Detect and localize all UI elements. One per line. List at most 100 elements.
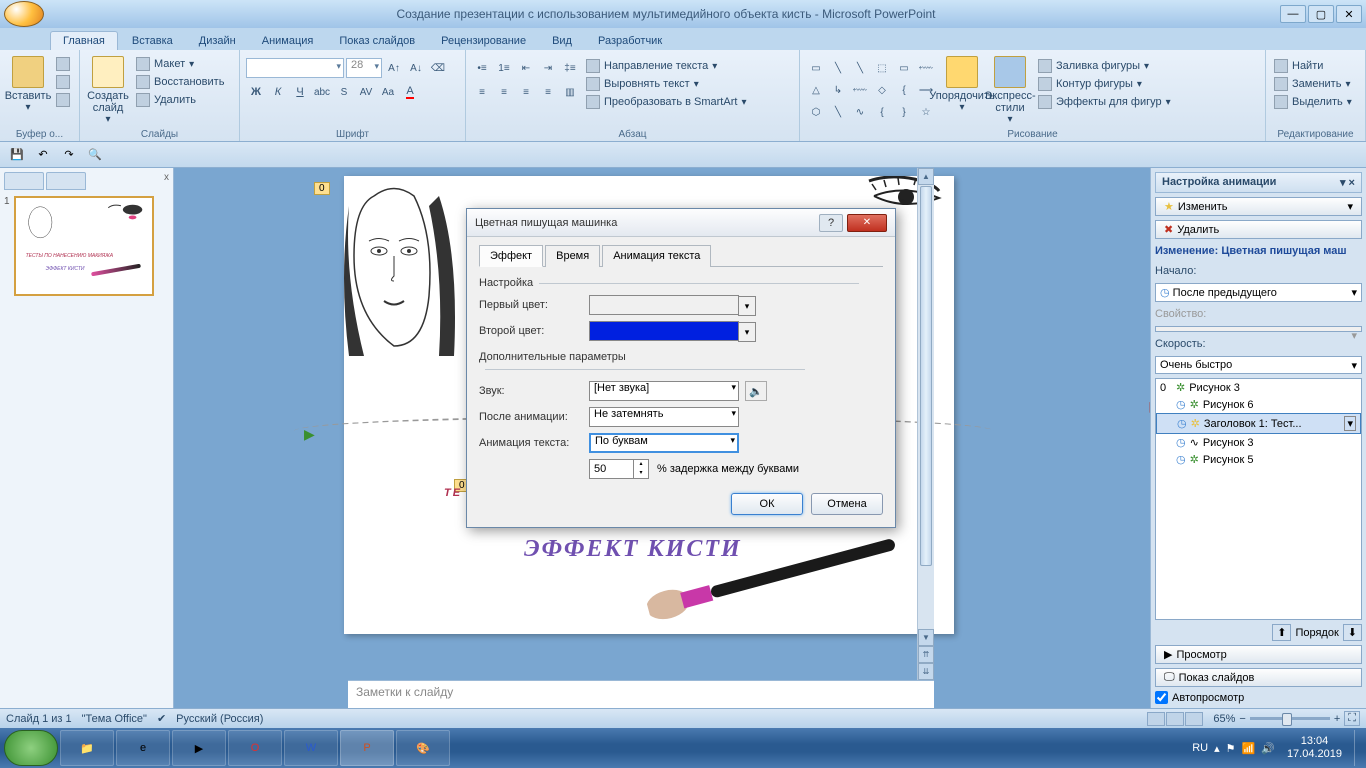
redo-button[interactable]: ↷: [58, 145, 80, 165]
shape-fill-button[interactable]: Заливка фигуры▾: [1036, 58, 1173, 74]
after-anim-combo[interactable]: Не затемнять: [589, 407, 739, 427]
layout-button[interactable]: Макет▾: [134, 56, 226, 72]
item-menu-button[interactable]: ▾: [1344, 416, 1356, 431]
strike-button[interactable]: abc: [312, 82, 332, 102]
shrink-font-button[interactable]: A↓: [406, 58, 426, 78]
thumbnails-tab-outline[interactable]: [46, 172, 86, 190]
delete-slide-button[interactable]: Удалить: [134, 92, 226, 108]
copy-button[interactable]: [54, 74, 72, 90]
word-taskbar-button[interactable]: W: [284, 730, 338, 766]
prev-slide-button[interactable]: ⇈: [918, 646, 934, 663]
dialog-tab-textanim[interactable]: Анимация текста: [602, 245, 711, 267]
dialog-help-button[interactable]: ?: [819, 214, 843, 232]
opera-taskbar-button[interactable]: O: [228, 730, 282, 766]
text-anim-combo[interactable]: По буквам: [589, 433, 739, 453]
shadow-button[interactable]: S: [334, 82, 354, 102]
font-size-combo[interactable]: 28: [346, 58, 382, 78]
numbering-button[interactable]: 1≡: [494, 58, 514, 78]
vertical-scrollbar[interactable]: ▲ ▼ ⇈ ⇊: [917, 168, 934, 680]
paste-button[interactable]: Вставить▾: [6, 52, 50, 113]
scroll-down-button[interactable]: ▼: [918, 629, 934, 646]
powerpoint-taskbar-button[interactable]: P: [340, 730, 394, 766]
smartart-button[interactable]: Преобразовать в SmartArt▾: [584, 94, 748, 110]
align-justify-button[interactable]: ≡: [538, 82, 558, 102]
font-name-combo[interactable]: [246, 58, 344, 78]
sound-volume-button[interactable]: 🔈: [745, 381, 767, 401]
anim-item-4[interactable]: ◷✲Рисунок 5: [1156, 451, 1361, 468]
quick-styles-button[interactable]: Экспресс-стили▾: [988, 52, 1032, 125]
next-slide-button[interactable]: ⇊: [918, 663, 934, 680]
close-button[interactable]: ✕: [1336, 5, 1362, 23]
tray-action-icon[interactable]: ⚑: [1226, 742, 1236, 755]
paint-taskbar-button[interactable]: 🎨: [396, 730, 450, 766]
undo-button[interactable]: ↶: [32, 145, 54, 165]
reset-button[interactable]: Восстановить: [134, 74, 226, 90]
anim-item-3[interactable]: ◷∿Рисунок 3: [1156, 434, 1361, 451]
explorer-taskbar-button[interactable]: 📁: [60, 730, 114, 766]
tab-view[interactable]: Вид: [540, 32, 584, 50]
status-language[interactable]: Русский (Россия): [176, 713, 263, 725]
media-taskbar-button[interactable]: ▶: [172, 730, 226, 766]
cancel-button[interactable]: Отмена: [811, 493, 883, 515]
slideshow-button[interactable]: 🖵Показ слайдов: [1155, 668, 1362, 687]
cut-button[interactable]: [54, 56, 72, 72]
font-color-button[interactable]: A: [400, 82, 420, 102]
save-button[interactable]: 💾: [6, 145, 28, 165]
bold-button[interactable]: Ж: [246, 82, 266, 102]
thumbnails-tab-slides[interactable]: [4, 172, 44, 190]
shapes-gallery[interactable]: ▭╲╲⬚▭⬳ △↳⬳◇{⟶ ⬡╲∿{}☆: [806, 52, 936, 122]
dialog-titlebar[interactable]: Цветная пишущая машинка ? ✕: [467, 209, 895, 237]
slideshow-view-button[interactable]: [1185, 712, 1203, 726]
tab-animation[interactable]: Анимация: [250, 32, 326, 50]
shape-outline-button[interactable]: Контур фигуры▾: [1036, 76, 1173, 92]
columns-button[interactable]: ▥: [560, 82, 580, 102]
order-up-button[interactable]: ⬆: [1272, 624, 1291, 641]
start-button[interactable]: [4, 730, 58, 766]
tab-design[interactable]: Дизайн: [187, 32, 248, 50]
bullets-button[interactable]: •≡: [472, 58, 492, 78]
thumbnails-close[interactable]: x: [164, 172, 169, 192]
spellcheck-icon[interactable]: ✔: [157, 712, 166, 725]
text-direction-button[interactable]: Направление текста▾: [584, 58, 748, 74]
zoom-value[interactable]: 65%: [1213, 713, 1235, 725]
delay-spinbox[interactable]: 50: [589, 459, 649, 479]
zoom-slider[interactable]: [1250, 717, 1330, 720]
fit-button[interactable]: ⛶: [1344, 711, 1360, 726]
zoom-out-button[interactable]: −: [1239, 713, 1245, 725]
autopreview-checkbox[interactable]: Автопросмотр: [1155, 691, 1362, 704]
first-color-picker[interactable]: [589, 295, 739, 315]
animation-list[interactable]: 0✲Рисунок 3 ◷✲Рисунок 6 ◷✲Заголовок 1: Т…: [1155, 378, 1362, 620]
arrange-button[interactable]: Упорядочить▾: [940, 52, 984, 113]
align-right-button[interactable]: ≡: [516, 82, 536, 102]
underline-button[interactable]: Ч: [290, 82, 310, 102]
preview-button[interactable]: ▶Просмотр: [1155, 645, 1362, 664]
tab-developer[interactable]: Разработчик: [586, 32, 674, 50]
animation-pane-menu[interactable]: ▾ ×: [1340, 176, 1355, 189]
tab-review[interactable]: Рецензирование: [429, 32, 538, 50]
replace-button[interactable]: Заменить▾: [1272, 76, 1354, 92]
align-text-button[interactable]: Выровнять текст▾: [584, 76, 748, 92]
indent-inc-button[interactable]: ⇥: [538, 58, 558, 78]
normal-view-button[interactable]: [1147, 712, 1165, 726]
select-button[interactable]: Выделить▾: [1272, 94, 1354, 110]
clear-format-button[interactable]: ⌫: [428, 58, 448, 78]
dialog-tab-effect[interactable]: Эффект: [479, 245, 543, 267]
qat-extra-button[interactable]: 🔍: [84, 145, 106, 165]
sorter-view-button[interactable]: [1166, 712, 1184, 726]
italic-button[interactable]: К: [268, 82, 288, 102]
find-button[interactable]: Найти: [1272, 58, 1354, 74]
slide-thumbnail-1[interactable]: 1 ТЕСТЫ ПО НАНЕСЕНИЮ МАКИЯЖА ЭФФЕКТ КИСТ…: [4, 196, 169, 296]
scroll-thumb[interactable]: [920, 186, 932, 566]
show-desktop-button[interactable]: [1354, 730, 1362, 766]
delete-effect-button[interactable]: ✖Удалить: [1155, 220, 1362, 239]
indent-dec-button[interactable]: ⇤: [516, 58, 536, 78]
tab-slideshow[interactable]: Показ слайдов: [327, 32, 427, 50]
ie-taskbar-button[interactable]: e: [116, 730, 170, 766]
anim-item-1[interactable]: ◷✲Рисунок 6: [1156, 396, 1361, 413]
minimize-button[interactable]: —: [1280, 5, 1306, 23]
start-combo[interactable]: ◷ После предыдущего: [1155, 283, 1362, 302]
taskbar-clock[interactable]: 13:04 17.04.2019: [1281, 735, 1348, 761]
scroll-up-button[interactable]: ▲: [918, 168, 934, 185]
tab-insert[interactable]: Вставка: [120, 32, 185, 50]
speed-combo[interactable]: Очень быстро: [1155, 356, 1362, 374]
